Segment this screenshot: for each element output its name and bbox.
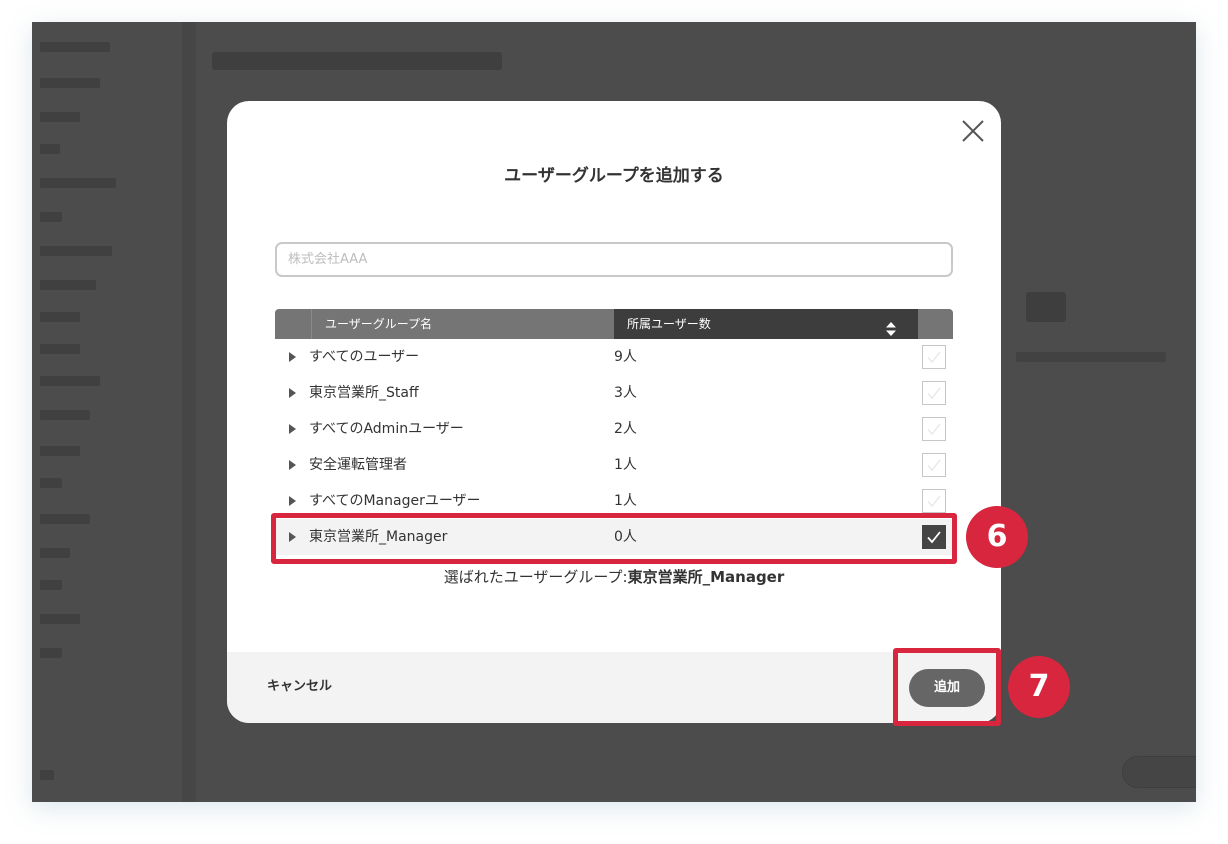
table-row[interactable]: すべてのAdminユーザー 2人	[275, 411, 953, 447]
group-user-count: 2人	[614, 421, 637, 437]
group-name: すべてのユーザー	[309, 349, 420, 365]
group-name: 東京営業所_Staff	[309, 385, 419, 401]
expand-triangle-icon[interactable]	[289, 460, 296, 470]
dialog-footer: キャンセル 追加	[227, 652, 1001, 723]
checkmark-icon	[927, 459, 941, 472]
checkmark-icon	[927, 495, 941, 508]
group-user-count: 9人	[614, 349, 637, 365]
group-user-count: 3人	[614, 385, 637, 401]
row-checkbox[interactable]	[922, 345, 946, 369]
expand-triangle-icon[interactable]	[289, 352, 296, 362]
selected-group-summary: 選ばれたユーザーグループ:東京営業所_Manager	[227, 566, 1001, 587]
selected-group-label: 選ばれたユーザーグループ:	[443, 568, 628, 586]
checkmark-icon	[927, 423, 941, 436]
step-7-badge: 7	[1008, 656, 1070, 718]
column-header-count-label: 所属ユーザー数	[627, 317, 711, 331]
row-checkbox[interactable]	[922, 489, 946, 513]
row-checkbox[interactable]	[922, 381, 946, 405]
step-7-highlight-box	[893, 648, 1001, 726]
expand-triangle-icon[interactable]	[289, 496, 296, 506]
expand-triangle-icon[interactable]	[289, 424, 296, 434]
table-row[interactable]: すべてのユーザー 9人	[275, 339, 953, 375]
row-checkbox[interactable]	[922, 417, 946, 441]
dialog-title: ユーザーグループを追加する	[504, 166, 724, 186]
step-6-highlight-box	[271, 513, 957, 564]
group-name: 安全運転管理者	[309, 457, 407, 473]
cancel-button[interactable]: キャンセル	[267, 652, 332, 721]
selected-group-value: 東京営業所_Manager	[627, 568, 785, 586]
column-header-count[interactable]: 所属ユーザー数	[614, 309, 918, 339]
group-name: すべてのAdminユーザー	[309, 421, 464, 437]
group-user-count: 1人	[614, 457, 637, 473]
checkmark-icon	[927, 351, 941, 364]
sort-icon[interactable]	[886, 317, 896, 336]
table-row[interactable]: 東京営業所_Staff 3人	[275, 375, 953, 411]
table-header: ユーザーグループ名 所属ユーザー数	[275, 309, 953, 339]
step-6-badge: 6	[966, 506, 1028, 568]
checkmark-icon	[927, 387, 941, 400]
expand-triangle-icon[interactable]	[289, 388, 296, 398]
row-checkbox[interactable]	[922, 453, 946, 477]
search-input[interactable]	[275, 242, 953, 277]
column-header-name[interactable]: ユーザーグループ名	[311, 309, 614, 339]
add-user-group-dialog: ユーザーグループを追加する ユーザーグループ名 所属ユーザー数 すべてのユーザー…	[227, 101, 1001, 723]
close-icon[interactable]	[961, 119, 985, 143]
table-row[interactable]: 安全運転管理者 1人	[275, 447, 953, 483]
